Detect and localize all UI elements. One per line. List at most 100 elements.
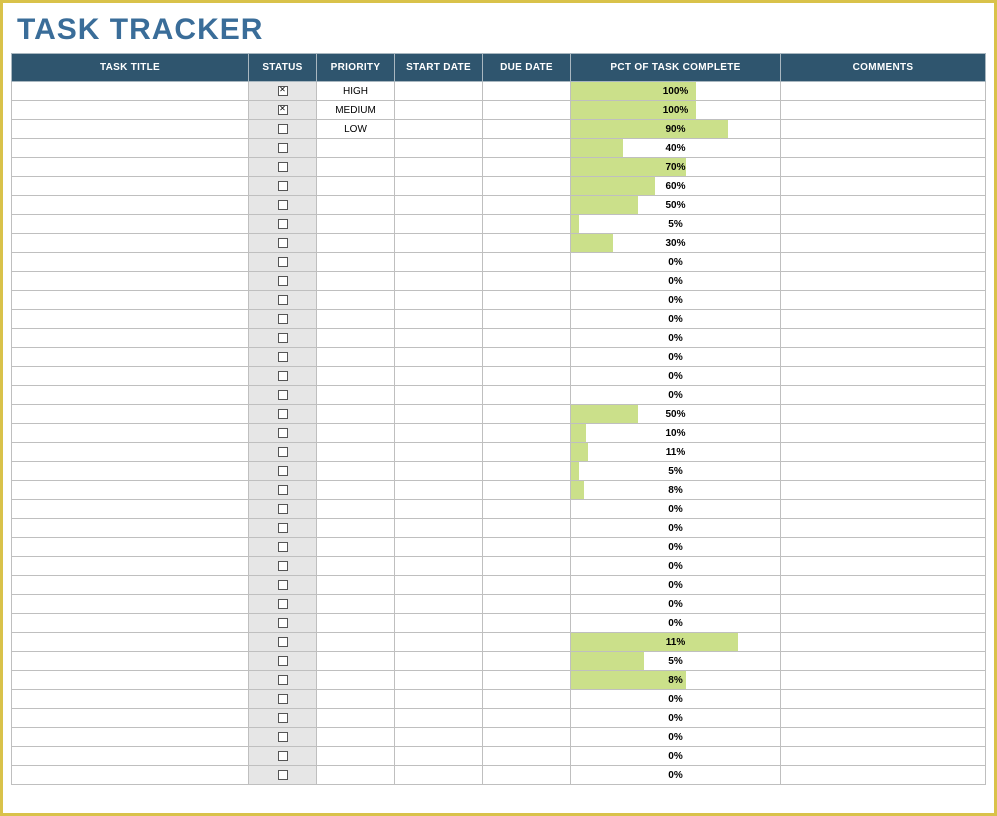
priority-cell[interactable] [317,272,395,291]
comments-cell[interactable] [781,215,986,234]
status-cell[interactable] [249,633,317,652]
comments-cell[interactable] [781,614,986,633]
start-date-cell[interactable] [395,348,483,367]
checkbox-icon[interactable] [278,371,288,381]
task-title-cell[interactable] [12,82,249,101]
start-date-cell[interactable] [395,538,483,557]
checkbox-icon[interactable] [278,181,288,191]
status-cell[interactable] [249,139,317,158]
task-title-cell[interactable] [12,443,249,462]
pct-complete-cell[interactable]: 5% [571,652,781,671]
priority-cell[interactable] [317,177,395,196]
status-cell[interactable] [249,101,317,120]
status-cell[interactable] [249,766,317,785]
comments-cell[interactable] [781,291,986,310]
due-date-cell[interactable] [483,177,571,196]
checkbox-icon[interactable] [278,542,288,552]
priority-cell[interactable] [317,614,395,633]
pct-complete-cell[interactable]: 0% [571,367,781,386]
task-title-cell[interactable] [12,177,249,196]
checkbox-icon[interactable] [278,200,288,210]
priority-cell[interactable] [317,405,395,424]
start-date-cell[interactable] [395,633,483,652]
status-cell[interactable] [249,557,317,576]
status-cell[interactable] [249,291,317,310]
task-title-cell[interactable] [12,253,249,272]
pct-complete-cell[interactable]: 90% [571,120,781,139]
pct-complete-cell[interactable]: 100% [571,82,781,101]
priority-cell[interactable] [317,519,395,538]
due-date-cell[interactable] [483,671,571,690]
checkbox-icon[interactable] [278,618,288,628]
due-date-cell[interactable] [483,386,571,405]
start-date-cell[interactable] [395,291,483,310]
comments-cell[interactable] [781,424,986,443]
checkbox-icon[interactable] [278,599,288,609]
status-cell[interactable] [249,253,317,272]
start-date-cell[interactable] [395,443,483,462]
comments-cell[interactable] [781,576,986,595]
pct-complete-cell[interactable]: 0% [571,690,781,709]
priority-cell[interactable] [317,576,395,595]
pct-complete-cell[interactable]: 0% [571,709,781,728]
comments-cell[interactable] [781,671,986,690]
pct-complete-cell[interactable]: 0% [571,538,781,557]
checkbox-icon[interactable] [278,105,288,115]
due-date-cell[interactable] [483,595,571,614]
status-cell[interactable] [249,177,317,196]
priority-cell[interactable] [317,633,395,652]
priority-cell[interactable] [317,709,395,728]
status-cell[interactable] [249,215,317,234]
task-title-cell[interactable] [12,538,249,557]
checkbox-icon[interactable] [278,561,288,571]
comments-cell[interactable] [781,329,986,348]
comments-cell[interactable] [781,177,986,196]
start-date-cell[interactable] [395,690,483,709]
status-cell[interactable] [249,576,317,595]
priority-cell[interactable] [317,443,395,462]
task-title-cell[interactable] [12,329,249,348]
task-title-cell[interactable] [12,272,249,291]
priority-cell[interactable] [317,557,395,576]
comments-cell[interactable] [781,120,986,139]
pct-complete-cell[interactable]: 0% [571,386,781,405]
priority-cell[interactable] [317,310,395,329]
task-title-cell[interactable] [12,519,249,538]
checkbox-icon[interactable] [278,219,288,229]
task-title-cell[interactable] [12,557,249,576]
pct-complete-cell[interactable]: 5% [571,215,781,234]
pct-complete-cell[interactable]: 11% [571,443,781,462]
due-date-cell[interactable] [483,747,571,766]
comments-cell[interactable] [781,728,986,747]
start-date-cell[interactable] [395,386,483,405]
pct-complete-cell[interactable]: 0% [571,272,781,291]
status-cell[interactable] [249,671,317,690]
checkbox-icon[interactable] [278,86,288,96]
task-title-cell[interactable] [12,766,249,785]
priority-cell[interactable] [317,215,395,234]
task-title-cell[interactable] [12,690,249,709]
pct-complete-cell[interactable]: 50% [571,405,781,424]
priority-cell[interactable] [317,500,395,519]
checkbox-icon[interactable] [278,162,288,172]
checkbox-icon[interactable] [278,257,288,267]
due-date-cell[interactable] [483,766,571,785]
comments-cell[interactable] [781,557,986,576]
due-date-cell[interactable] [483,196,571,215]
task-title-cell[interactable] [12,728,249,747]
checkbox-icon[interactable] [278,751,288,761]
status-cell[interactable] [249,272,317,291]
start-date-cell[interactable] [395,82,483,101]
pct-complete-cell[interactable]: 0% [571,766,781,785]
status-cell[interactable] [249,481,317,500]
start-date-cell[interactable] [395,766,483,785]
due-date-cell[interactable] [483,215,571,234]
task-title-cell[interactable] [12,424,249,443]
start-date-cell[interactable] [395,177,483,196]
task-title-cell[interactable] [12,747,249,766]
status-cell[interactable] [249,709,317,728]
task-title-cell[interactable] [12,500,249,519]
priority-cell[interactable] [317,728,395,747]
status-cell[interactable] [249,367,317,386]
start-date-cell[interactable] [395,462,483,481]
